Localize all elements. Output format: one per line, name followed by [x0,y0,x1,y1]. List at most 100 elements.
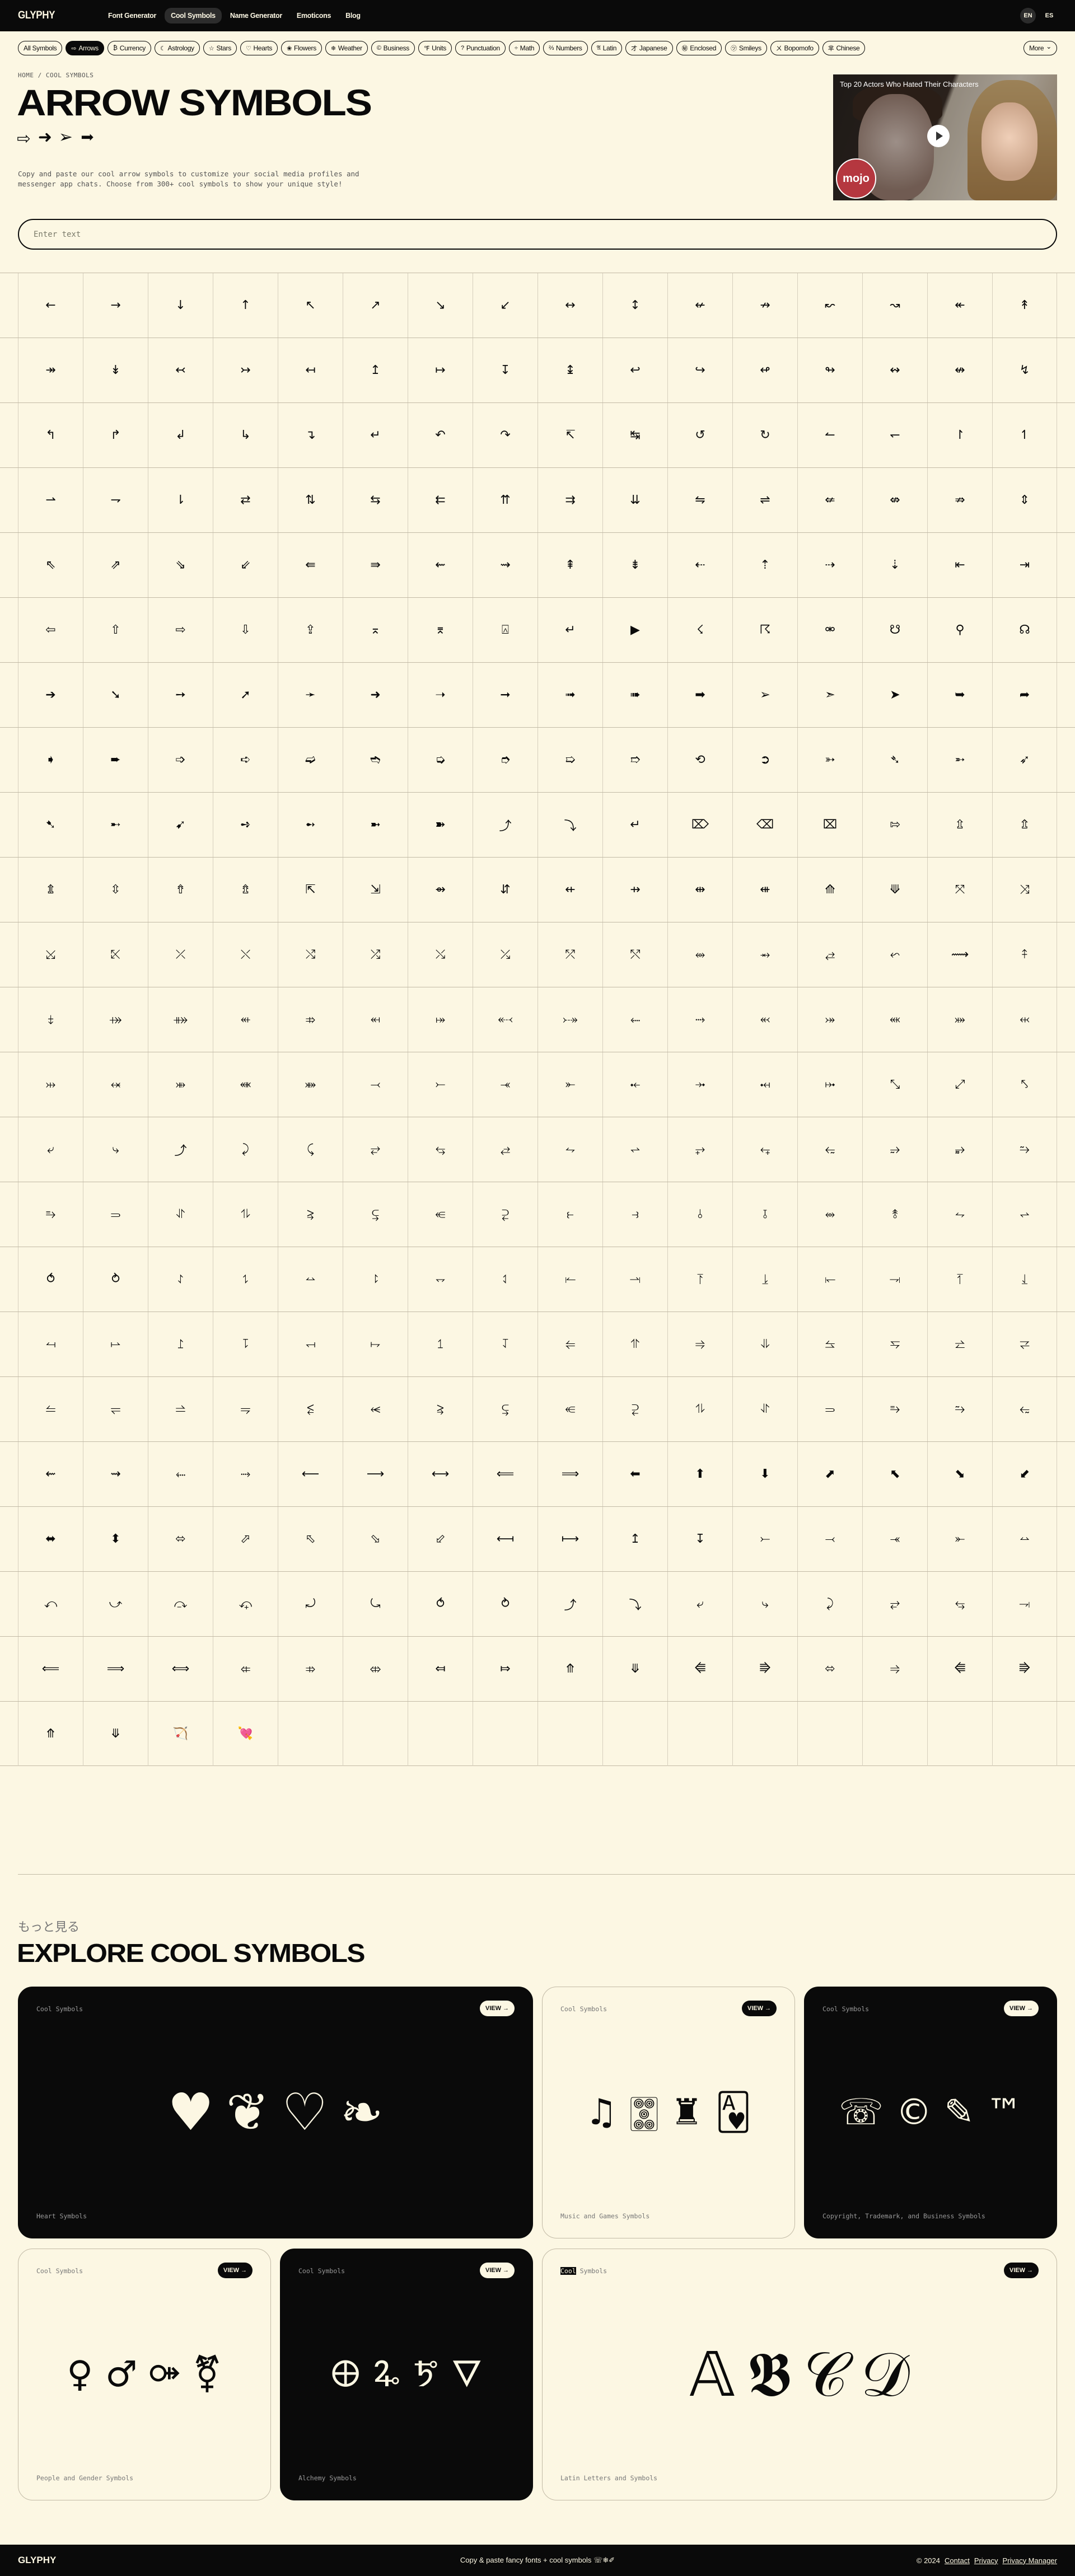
symbol-cell[interactable]: ⤴ [148,1117,213,1182]
symbol-cell[interactable]: ⥘ [927,1247,992,1312]
symbol-cell[interactable]: ⟹ [83,1637,148,1701]
symbol-cell[interactable]: ⇵ [473,858,538,922]
symbol-cell[interactable]: ➵ [927,728,992,792]
symbol-cell[interactable]: ➚ [213,663,278,727]
symbol-cell[interactable]: ⤜ [538,1052,602,1117]
symbol-cell[interactable]: ⤙ [797,1507,862,1571]
view-button[interactable]: VIEW → [479,2263,515,2278]
symbol-cell[interactable]: ⭆ [992,1637,1057,1701]
symbol-cell[interactable]: ⤷ [83,1117,148,1182]
symbol-cell[interactable]: ↧ [667,1507,732,1571]
symbol-cell[interactable]: ⌅ [343,598,408,662]
symbol-cell[interactable]: ⇜ [408,533,473,597]
symbol-cell[interactable]: ⭅ [667,1637,732,1701]
symbol-cell[interactable]: ➢ [732,663,797,727]
symbol-cell[interactable]: ⥵ [927,1117,992,1182]
symbol-cell[interactable]: ↱ [83,403,148,467]
symbol-cell[interactable]: ⟸ [18,1637,83,1701]
lang-es-button[interactable]: ES [1041,8,1057,24]
symbol-cell[interactable]: ↽ [862,403,927,467]
symbol-cell[interactable]: ⥭ [213,1377,278,1441]
symbol-cell[interactable]: ↺ [667,403,732,467]
symbol-cell[interactable]: ⥒ [538,1247,602,1312]
symbol-cell[interactable]: ↢ [148,338,213,402]
symbol-cell[interactable]: ⇚ [278,533,343,597]
symbol-cell[interactable]: ⥷ [343,1377,408,1441]
symbol-cell[interactable]: ➛ [278,663,343,727]
symbol-cell[interactable]: ⥦ [797,1312,862,1376]
symbol-cell[interactable]: ⤸ [797,1572,862,1636]
symbol-cell[interactable]: ⇁ [83,468,148,532]
symbol-cell[interactable]: ⥕ [732,1247,797,1312]
symbol-cell[interactable]: ⥂ [343,1117,408,1182]
symbol-cell[interactable]: ⤪ [83,922,148,987]
symbol-cell[interactable]: ⇱ [278,858,343,922]
category-pill-japanese[interactable]: 才 Japanese [625,41,673,55]
symbol-cell[interactable]: ⤨ [992,858,1057,922]
explore-card[interactable]: Cool Symbols VIEW → 🜨 🜩 🜪 🜄 Alchemy Symbols [280,2249,533,2500]
symbol-cell[interactable]: ⚮ [797,598,862,662]
symbol-cell[interactable]: ⥙ [992,1247,1057,1312]
symbol-cell[interactable]: ⤖ [797,987,862,1052]
symbol-cell[interactable]: ⥅ [667,1117,732,1182]
symbol-cell[interactable]: ⥄ [473,1117,538,1182]
symbol-cell[interactable]: ⤠ [797,1052,862,1117]
symbol-cell[interactable]: ⇍ [797,468,862,532]
category-pill-astrology[interactable]: ☾ Astrology [154,41,200,55]
symbol-cell[interactable]: ↦ [408,338,473,402]
symbol-cell[interactable]: ⥃ [927,1572,992,1636]
symbol-cell[interactable]: ➥ [927,663,992,727]
symbol-cell[interactable]: ⤼ [148,1572,213,1636]
symbol-cell[interactable]: ⥫ [83,1377,148,1441]
symbol-cell[interactable]: ⇂ [148,468,213,532]
symbol-cell[interactable]: ⥲ [927,1377,992,1441]
symbol-cell[interactable]: ⬍ [83,1507,148,1571]
symbol-cell[interactable]: ⬄ [797,1637,862,1701]
symbol-cell[interactable]: ⬻ [732,987,797,1052]
symbol-cell[interactable]: ⤯ [408,922,473,987]
symbol-cell[interactable]: ➱ [602,728,667,792]
symbol-cell[interactable]: ⬀ [213,1507,278,1571]
symbol-cell[interactable]: ⇀ [18,468,83,532]
symbol-cell[interactable]: ⤡ [862,1052,927,1117]
symbol-cell[interactable]: ⇘ [148,533,213,597]
symbol-cell[interactable]: ⥩ [992,1312,1057,1376]
symbol-cell[interactable]: ⥸ [278,1182,343,1247]
symbol-cell[interactable]: ⤻ [83,1572,148,1636]
lang-en-button[interactable]: EN [1020,8,1036,24]
symbol-cell[interactable]: ⤛ [473,1052,538,1117]
symbol-cell[interactable]: ↕ [602,273,667,338]
symbol-cell[interactable]: ⤚ [408,1052,473,1117]
symbol-cell[interactable]: ⤱ [538,922,602,987]
symbol-cell[interactable]: ⥺ [538,1377,602,1441]
symbol-cell[interactable]: ⇅ [278,468,343,532]
symbol-cell[interactable]: ⇌ [732,468,797,532]
symbol-cell[interactable]: ⬴ [213,987,278,1052]
symbol-cell[interactable]: ↼ [797,403,862,467]
symbol-cell[interactable]: ↷ [473,403,538,467]
symbol-cell[interactable]: ⥥ [732,1312,797,1376]
symbol-cell[interactable]: ⇧ [83,598,148,662]
symbol-cell[interactable]: 🏹 [148,1702,213,1766]
symbol-cell[interactable]: ➳ [797,728,862,792]
category-pill-arrows[interactable]: ⇨ Arrows [66,41,104,55]
category-pill-currency[interactable]: ₿ Currency [107,41,151,55]
symbol-cell[interactable]: ⇩ [213,598,278,662]
symbol-cell[interactable]: ➩ [148,728,213,792]
symbol-cell[interactable]: ⥆ [732,1117,797,1182]
symbol-cell[interactable]: ➶ [992,728,1057,792]
symbol-cell[interactable]: ⇤ [927,533,992,597]
nav-link-font-generator[interactable]: Font Generator [102,8,162,24]
explore-card[interactable]: Cool Symbols VIEW → 𝔸 𝕭 𝒞 𝒟 Latin Letters and S… [542,2249,1057,2500]
symbol-cell[interactable]: ⭅ [927,1637,992,1701]
symbol-cell[interactable]: ⥺ [408,1182,473,1247]
symbol-cell[interactable]: ⥴ [862,1117,927,1182]
symbol-cell[interactable]: ⇮ [148,858,213,922]
symbol-cell[interactable]: ⟼ [538,1507,602,1571]
symbol-cell[interactable]: ⥠ [408,1312,473,1376]
symbol-cell[interactable]: ⇺ [732,858,797,922]
symbol-cell[interactable]: ⬼ [862,987,927,1052]
symbol-cell[interactable]: ⤬ [213,922,278,987]
symbol-cell[interactable]: ➷ [18,793,83,857]
symbol-cell[interactable]: ⭆ [732,1637,797,1701]
